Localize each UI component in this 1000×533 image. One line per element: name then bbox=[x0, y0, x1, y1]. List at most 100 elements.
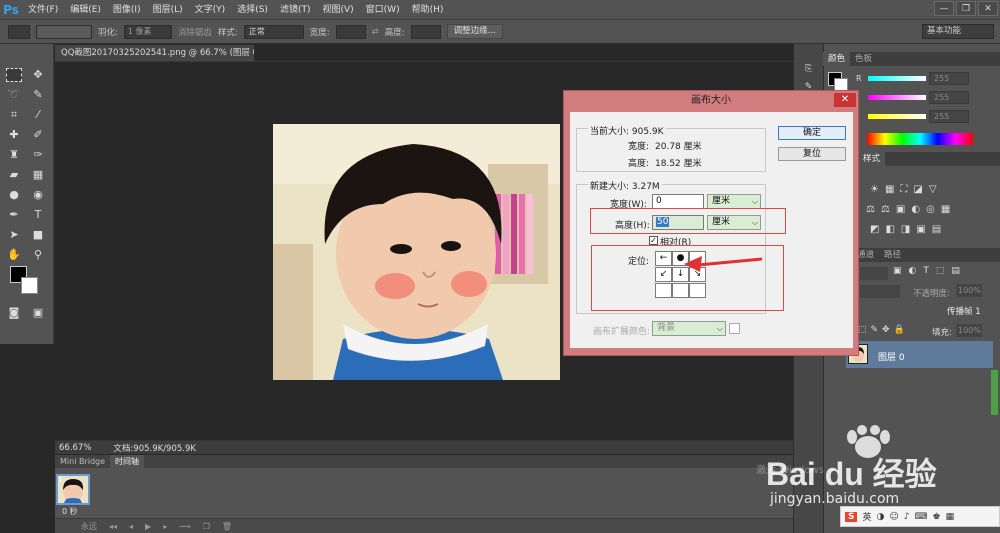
menu-item-8[interactable]: 窗口(W) bbox=[360, 0, 406, 20]
emoji-icon[interactable]: ☺ bbox=[889, 512, 898, 522]
refine-edge-button[interactable]: 调整边缘... bbox=[446, 24, 503, 39]
menu-item-0[interactable]: 文件(F) bbox=[22, 0, 64, 20]
minimize-button[interactable]: — bbox=[934, 1, 954, 16]
duplicate-frame-icon[interactable]: ❐ bbox=[203, 522, 210, 531]
mic-icon[interactable]: ♪ bbox=[904, 512, 910, 522]
antialias-checkbox[interactable]: 消除锯齿 bbox=[178, 26, 212, 38]
extension-color-swatch[interactable] bbox=[729, 323, 740, 334]
dodge-tool-icon[interactable]: ◉ bbox=[30, 188, 46, 202]
menu-item-2[interactable]: 图像(I) bbox=[107, 0, 147, 20]
restore-button[interactable]: ❐ bbox=[956, 1, 976, 16]
blur-tool-icon[interactable]: ● bbox=[6, 188, 22, 202]
adjustment-icons-row3[interactable]: ◩◧◨▣▤ bbox=[870, 224, 947, 235]
blue-slider[interactable] bbox=[868, 114, 926, 119]
lock-icons[interactable]: ⬚✎✥🔒 bbox=[858, 325, 909, 335]
layer-name[interactable]: 图层 0 bbox=[878, 350, 905, 363]
pen-tool-icon[interactable]: ✒ bbox=[6, 208, 22, 222]
tab-timeline[interactable]: 时间轴 bbox=[110, 455, 145, 468]
green-slider[interactable] bbox=[868, 95, 926, 100]
hand-tool-icon[interactable]: ✋ bbox=[6, 248, 22, 262]
tab-paths[interactable]: 路径 bbox=[879, 248, 906, 262]
relative-checkbox[interactable]: ✓ bbox=[649, 236, 658, 245]
gradient-icon[interactable]: ▦ bbox=[30, 168, 46, 182]
path-select-icon[interactable]: ➤ bbox=[6, 228, 22, 242]
feather-input[interactable]: 1 像素 bbox=[123, 24, 172, 39]
marquee-tool-icon[interactable] bbox=[6, 68, 22, 82]
tab-mini-bridge[interactable]: Mini Bridge bbox=[55, 455, 110, 468]
frame-delay[interactable]: 0 秒 bbox=[62, 506, 78, 517]
selection-mode-buttons[interactable] bbox=[36, 24, 92, 39]
menu-item-4[interactable]: 文字(Y) bbox=[189, 0, 232, 20]
eyedropper-icon[interactable]: ⁄ bbox=[30, 108, 46, 122]
move-tool-icon[interactable]: ✥ bbox=[30, 68, 46, 82]
play-icon[interactable]: ▶ bbox=[145, 522, 151, 531]
workspace-select[interactable]: 基本功能 bbox=[922, 24, 994, 39]
quick-select-icon[interactable]: ✎ bbox=[30, 88, 46, 102]
menu-item-6[interactable]: 滤镜(T) bbox=[274, 0, 317, 20]
type-tool-icon[interactable]: T bbox=[30, 208, 46, 222]
width-input[interactable]: 0 bbox=[652, 194, 704, 209]
marquee-tool-preset[interactable] bbox=[8, 24, 30, 39]
prev-frame-icon[interactable]: ◂ bbox=[129, 522, 133, 531]
menu-item-1[interactable]: 编辑(E) bbox=[64, 0, 107, 20]
adjustment-icons-row1[interactable]: ☀▦⛶◪▽ bbox=[870, 184, 943, 195]
green-value[interactable]: 255 bbox=[929, 91, 969, 104]
clone-stamp-icon[interactable]: ♜ bbox=[6, 148, 22, 162]
punctuation-icon[interactable]: ◑ bbox=[877, 512, 885, 522]
propagate-frame-checkbox[interactable]: 传播帧 1 bbox=[947, 305, 981, 317]
close-window-button[interactable]: ✕ bbox=[978, 1, 998, 16]
crop-tool-icon[interactable]: ⌗ bbox=[6, 108, 22, 122]
screen-mode-icon[interactable]: ▣ bbox=[30, 306, 46, 320]
delete-frame-icon[interactable]: 🗑 bbox=[222, 522, 232, 531]
blend-mode-select[interactable] bbox=[860, 285, 900, 298]
ime-language[interactable]: 英 bbox=[862, 510, 871, 523]
brush-tool-icon[interactable]: ✐ bbox=[30, 128, 46, 142]
width-input[interactable] bbox=[335, 24, 366, 39]
blue-value[interactable]: 255 bbox=[929, 110, 969, 123]
red-slider[interactable] bbox=[868, 76, 926, 81]
swap-icon[interactable]: ⇄ bbox=[372, 27, 379, 37]
tools-icon[interactable]: ▦ bbox=[946, 512, 955, 522]
menu-item-3[interactable]: 图层(L) bbox=[147, 0, 189, 20]
healing-brush-icon[interactable]: ✚ bbox=[6, 128, 22, 142]
height-input[interactable] bbox=[410, 24, 441, 39]
document-tab[interactable]: QQ截图20170325202541.png @ 66.7% (图层 0, RG… bbox=[55, 45, 255, 61]
fill-input[interactable]: 100% bbox=[956, 324, 982, 337]
background-color-swatch[interactable] bbox=[21, 277, 38, 294]
loop-select[interactable]: 永远 bbox=[81, 521, 97, 532]
sogou-icon[interactable]: S bbox=[845, 511, 858, 522]
menu-item-5[interactable]: 选择(S) bbox=[231, 0, 274, 20]
skin-icon[interactable]: ♚ bbox=[933, 512, 941, 522]
zoom-level[interactable]: 66.67% bbox=[59, 443, 91, 453]
dialog-close-button[interactable]: ✕ bbox=[834, 93, 856, 107]
history-brush-icon[interactable]: ✑ bbox=[30, 148, 46, 162]
eraser-icon[interactable]: ▰ bbox=[6, 168, 22, 182]
quick-mask-icon[interactable]: ◙ bbox=[6, 306, 22, 320]
lasso-tool-icon[interactable]: ➰ bbox=[6, 88, 22, 102]
style-select[interactable]: 正常 bbox=[243, 24, 304, 39]
ok-button[interactable]: 确定 bbox=[778, 126, 846, 140]
color-spectrum[interactable] bbox=[867, 133, 973, 145]
menu-item-9[interactable]: 帮助(H) bbox=[406, 0, 450, 20]
tween-icon[interactable]: ⟿ bbox=[179, 522, 190, 531]
extension-color-select[interactable]: 背景 ⌵ bbox=[652, 321, 726, 336]
adjustment-icons-row2[interactable]: ⚖⚖▣◐◎▦ bbox=[866, 204, 956, 215]
next-frame-icon[interactable]: ▸ bbox=[163, 522, 167, 531]
shape-tool-icon[interactable]: ■ bbox=[30, 228, 46, 242]
tab-color[interactable]: 颜色 bbox=[823, 52, 851, 66]
red-value[interactable]: 255 bbox=[929, 72, 969, 85]
layer-row-selected[interactable] bbox=[846, 341, 993, 368]
scrollbar-green[interactable] bbox=[991, 370, 998, 415]
tab-swatches[interactable]: 色板 bbox=[850, 52, 877, 66]
canvas-photo[interactable] bbox=[273, 124, 560, 380]
opacity-input[interactable]: 100% bbox=[956, 284, 982, 297]
layer-filter-select[interactable] bbox=[860, 267, 888, 280]
history-icon[interactable]: ⎘ bbox=[803, 64, 814, 74]
layer-filter-icons[interactable]: ▣◐T⬚▤ bbox=[893, 266, 967, 276]
width-unit-select[interactable]: 厘米 ⌵ bbox=[707, 194, 761, 209]
keyboard-icon[interactable]: ⌨ bbox=[915, 512, 928, 522]
first-frame-icon[interactable]: ◂◂ bbox=[109, 522, 117, 531]
menu-item-7[interactable]: 视图(V) bbox=[316, 0, 359, 20]
zoom-tool-icon[interactable]: ⚲ bbox=[30, 248, 46, 262]
reset-button[interactable]: 复位 bbox=[778, 147, 846, 161]
